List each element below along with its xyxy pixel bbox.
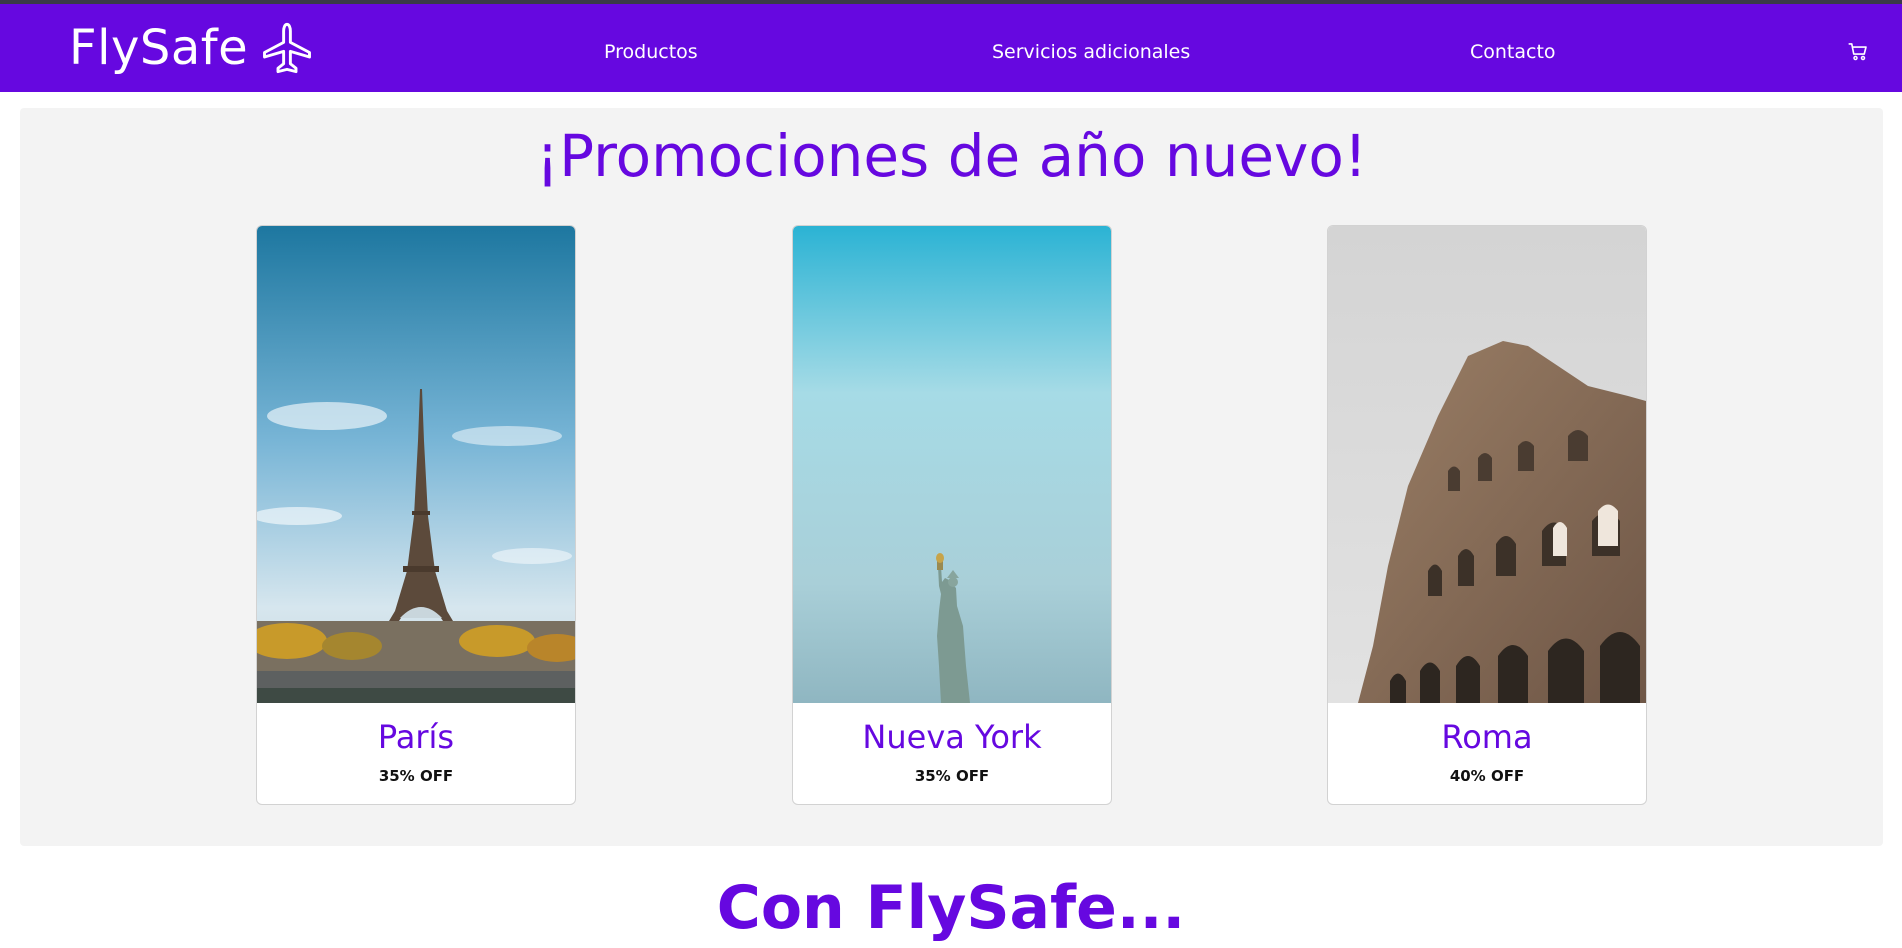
promo-card-paris[interactable]: París 35% OFF bbox=[256, 225, 576, 805]
card-title: París bbox=[377, 718, 455, 756]
statue-of-liberty-photo bbox=[793, 226, 1111, 703]
promo-card-roma[interactable]: Roma 40% OFF bbox=[1327, 225, 1647, 805]
promo-card-nueva-york[interactable]: Nueva York 35% OFF bbox=[792, 225, 1112, 805]
nav-link-contacto[interactable]: Contacto bbox=[1470, 40, 1556, 64]
eiffel-tower-photo bbox=[257, 226, 575, 703]
nav-link-productos[interactable]: Productos bbox=[604, 40, 698, 64]
airplane-icon bbox=[263, 22, 312, 74]
colosseum-photo bbox=[1328, 226, 1646, 703]
promotions-title: ¡Promociones de año nuevo! bbox=[535, 122, 1368, 190]
cart-icon[interactable] bbox=[1848, 42, 1868, 62]
card-title: Nueva York bbox=[862, 718, 1042, 756]
card-discount: 35% OFF bbox=[378, 767, 454, 785]
brand-name: FlySafe bbox=[69, 20, 249, 76]
nav-link-servicios-adicionales[interactable]: Servicios adicionales bbox=[992, 40, 1190, 64]
card-title: Roma bbox=[1441, 718, 1533, 756]
card-discount: 40% OFF bbox=[1449, 767, 1525, 785]
navbar: FlySafe Productos Servicios adicionales … bbox=[0, 4, 1902, 92]
section-title-con-flysafe: Con FlySafe... bbox=[716, 873, 1186, 943]
promotions-section: ¡Promociones de año nuevo! París 35% OFF… bbox=[20, 108, 1883, 846]
card-discount: 35% OFF bbox=[914, 767, 990, 785]
brand-logo-link[interactable]: FlySafe bbox=[69, 20, 314, 76]
